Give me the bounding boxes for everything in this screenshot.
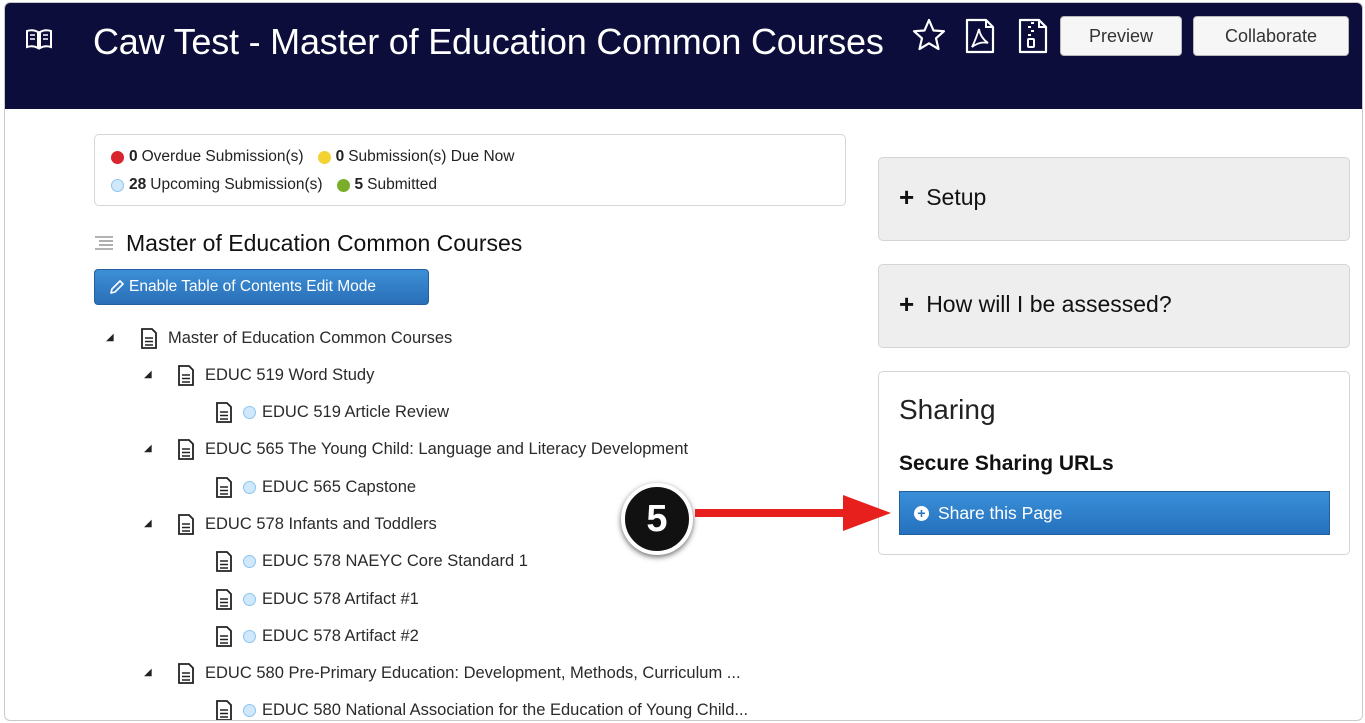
toc-item-label: EDUC 580 National Association for the Ed… (262, 700, 749, 719)
toc-item-label: Master of Education Common Courses (168, 328, 453, 347)
upcoming-status-icon (243, 405, 256, 419)
list-icon (95, 236, 113, 250)
toc-item[interactable]: EDUC 578 Artifact #2 (215, 625, 419, 647)
toc-item[interactable]: EDUC 519 Word Study (177, 364, 374, 386)
upcoming-label: Upcoming Submission(s) (150, 176, 323, 193)
plus-icon: + (899, 289, 915, 319)
upcoming-status-icon (243, 703, 256, 717)
toc-item[interactable]: EDUC 565 The Young Child: Language and L… (177, 438, 688, 460)
submitted-label: Submitted (367, 176, 437, 193)
setup-panel-header: + Setup (899, 182, 986, 213)
status-row-1: 0 Overdue Submission(s) 0 Submission(s) … (111, 148, 514, 166)
sharing-panel: Sharing Secure Sharing URLs + Share this… (878, 371, 1350, 555)
collapse-caret-icon[interactable]: ◢ (106, 332, 114, 343)
toc-item[interactable]: EDUC 580 National Association for the Ed… (215, 699, 749, 720)
book-icon (26, 29, 52, 50)
collapse-caret-icon[interactable]: ◢ (144, 443, 152, 454)
toc-item-label: EDUC 578 Artifact #1 (262, 589, 419, 608)
document-icon (141, 327, 157, 349)
document-icon (216, 401, 232, 423)
upcoming-status-icon (243, 554, 256, 568)
document-icon (178, 662, 194, 684)
plus-icon: + (899, 182, 915, 212)
sharing-title: Sharing (899, 394, 996, 425)
secure-sharing-urls-heading: Secure Sharing URLs (899, 452, 1114, 475)
toc-item-label: EDUC 580 Pre-Primary Education: Developm… (205, 663, 741, 682)
document-icon (216, 699, 232, 720)
toc-item[interactable]: EDUC 578 Infants and Toddlers (177, 513, 437, 535)
document-icon (216, 625, 232, 647)
toc-item-label: EDUC 565 Capstone (262, 477, 417, 496)
toc-item-label: EDUC 578 Infants and Toddlers (205, 514, 437, 533)
page-title: Caw Test - Master of Education Common Co… (93, 21, 884, 62)
submitted-count: 5 (354, 176, 364, 193)
toc-item-label: EDUC 578 NAEYC Core Standard 1 (262, 551, 528, 570)
toc-item-label: EDUC 519 Article Review (262, 402, 450, 421)
toc-item-label: EDUC 519 Word Study (205, 365, 375, 384)
toc-item[interactable]: EDUC 578 NAEYC Core Standard 1 (215, 550, 528, 572)
due-now-label: Submission(s) Due Now (348, 148, 515, 165)
upcoming-status-icon (243, 592, 256, 606)
document-icon (216, 550, 232, 572)
due-now-dot-icon (317, 150, 331, 164)
document-icon (216, 588, 232, 610)
document-icon (216, 476, 232, 498)
toc-title: Master of Education Common Courses (126, 230, 523, 256)
collapse-caret-icon[interactable]: ◢ (144, 369, 152, 380)
preview-button[interactable]: Preview (1060, 16, 1182, 56)
page-header: Caw Test - Master of Education Common Co… (5, 3, 1362, 109)
toc-item[interactable]: EDUC 578 Artifact #1 (215, 588, 419, 610)
collaborate-button[interactable]: Collaborate (1193, 16, 1349, 56)
overdue-label: Overdue Submission(s) (141, 148, 304, 165)
toc-item-label: EDUC 578 Artifact #2 (262, 626, 419, 645)
annotation-arrow-icon (695, 495, 891, 531)
submitted-dot-icon (336, 178, 350, 192)
app-window: Caw Test - Master of Education Common Co… (4, 2, 1363, 721)
upcoming-count: 28 (129, 176, 147, 193)
overdue-dot-icon (111, 150, 124, 164)
submission-status-box: 0 Overdue Submission(s) 0 Submission(s) … (94, 134, 846, 206)
collapse-caret-icon[interactable]: ◢ (144, 518, 152, 529)
due-now-count: 0 (335, 148, 345, 165)
assessment-panel[interactable]: + How will I be assessed? (878, 264, 1350, 348)
plus-circle-icon: + (914, 505, 929, 521)
pencil-icon (110, 280, 124, 294)
share-this-page-button[interactable]: + Share this Page (899, 491, 1330, 535)
overdue-count: 0 (129, 148, 138, 165)
toc-item[interactable]: EDUC 580 Pre-Primary Education: Developm… (177, 662, 741, 684)
collapse-caret-icon[interactable]: ◢ (144, 667, 152, 678)
step-number-badge: 5 (621, 483, 693, 555)
status-row-2: 28 Upcoming Submission(s) 5 Submitted (111, 176, 437, 194)
assessment-label: How will I be assessed? (926, 291, 1172, 317)
upcoming-status-icon (243, 629, 256, 643)
document-icon (178, 438, 194, 460)
toc-item[interactable]: EDUC 565 Capstone (215, 476, 416, 498)
document-icon (178, 513, 194, 535)
document-icon (178, 364, 194, 386)
zip-icon[interactable] (1015, 17, 1051, 55)
toc-item-label: EDUC 565 The Young Child: Language and L… (205, 439, 689, 458)
upcoming-dot-icon (111, 178, 124, 192)
setup-panel[interactable]: + Setup (878, 157, 1350, 241)
enable-edit-mode-button[interactable]: Enable Table of Contents Edit Mode (94, 269, 429, 305)
toc-item[interactable]: Master of Education Common Courses (140, 327, 452, 349)
pdf-icon[interactable] (962, 17, 998, 55)
share-this-page-label: Share this Page (938, 502, 1063, 523)
upcoming-status-icon (243, 480, 256, 494)
toc-item[interactable]: EDUC 519 Article Review (215, 401, 449, 423)
assessment-panel-header: + How will I be assessed? (899, 289, 1172, 320)
star-icon[interactable] (911, 17, 947, 53)
setup-label: Setup (926, 184, 987, 210)
enable-edit-mode-label: Enable Table of Contents Edit Mode (129, 278, 377, 295)
